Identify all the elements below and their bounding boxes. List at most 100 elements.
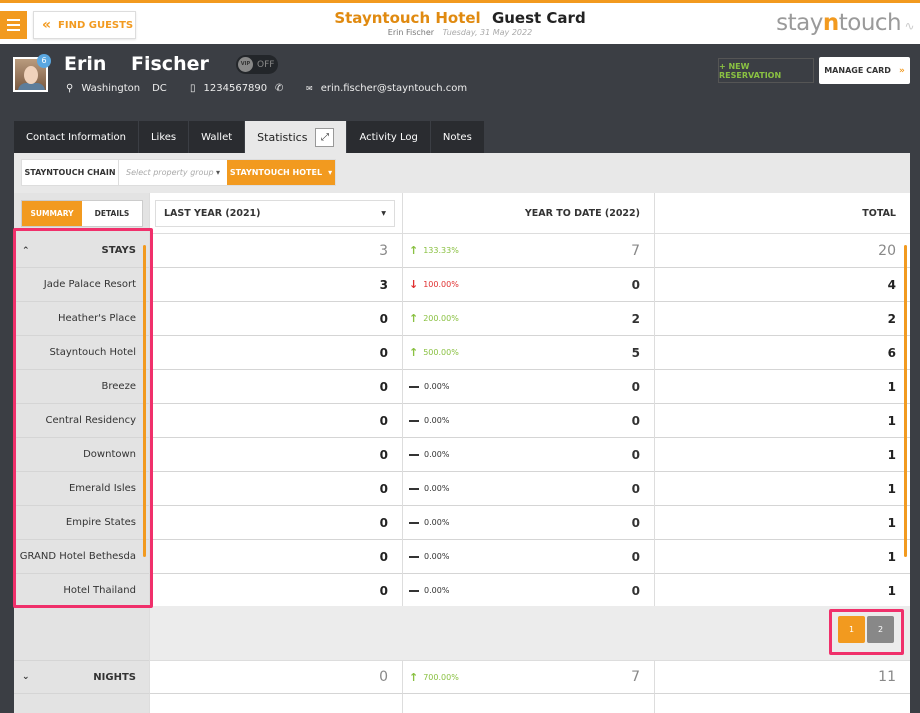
dash-icon — [409, 419, 419, 422]
stays-ytd-row: ↑ 133.33% 7 — [403, 234, 654, 268]
chevron-down-icon: » — [898, 65, 905, 76]
ytd-value: 5 — [631, 345, 640, 360]
ytd-value: 0 — [631, 583, 640, 598]
change-percent: 0.00% — [409, 552, 449, 561]
caret-down-icon: ▾ — [328, 168, 333, 177]
manage-card-button[interactable]: MANAGE CARD » — [819, 57, 910, 84]
change-percent: 0.00% — [409, 518, 449, 527]
change-value: 0.00% — [424, 484, 450, 493]
last-year-value: 0 — [150, 574, 402, 608]
page-title: Stayntouch Hotel Guest Card — [300, 9, 620, 27]
last-year-value: 0 — [150, 370, 402, 404]
nights-row-header[interactable]: ⌄ NIGHTS — [14, 660, 149, 694]
details-button[interactable]: DETAILS — [82, 201, 142, 226]
phone-number: 1234567890 — [203, 83, 268, 94]
state: DC — [152, 83, 167, 94]
property-group-select[interactable]: Select property group ▾ — [119, 160, 227, 185]
change-percent: 0.00% — [409, 450, 449, 459]
vip-toggle[interactable]: VIP OFF — [236, 55, 278, 74]
ytd-row: ↑ 500.00% 5 — [403, 336, 654, 370]
tab-activity-log[interactable]: Activity Log — [347, 121, 431, 153]
pagination-area: 1 2 — [149, 606, 910, 660]
stays-last-year: 3 — [150, 234, 402, 268]
tab-notes[interactable]: Notes — [430, 121, 485, 153]
expand-down-icon[interactable]: ⌄ — [22, 672, 30, 682]
property-filters: STAYNTOUCH CHAIN Select property group ▾… — [21, 159, 336, 186]
tab-wallet[interactable]: Wallet — [189, 121, 246, 153]
right-scrollbar[interactable] — [904, 245, 907, 557]
tab-contact-information[interactable]: Contact Information — [14, 121, 139, 153]
change-percent: ↑ 200.00% — [409, 312, 459, 325]
nights-total: 11 — [654, 660, 910, 694]
hotel-select[interactable]: STAYNTOUCH HOTEL ▾ — [227, 160, 335, 185]
tab-likes[interactable]: Likes — [138, 121, 190, 153]
last-year-value: 0 — [150, 302, 402, 336]
total-value: 1 — [655, 438, 910, 472]
dash-icon — [409, 453, 419, 456]
address[interactable]: ⚲ Washington DC — [66, 83, 167, 94]
badge-count: 6 — [37, 54, 51, 68]
email-icon: ✉ — [306, 84, 313, 93]
top-bar: « FIND GUESTS Stayntouch Hotel Guest Car… — [0, 0, 920, 44]
user-name: Erin Fischer — [387, 28, 435, 37]
change-percent: 0.00% — [409, 484, 449, 493]
change-percent: ↓ 100.00% — [409, 278, 459, 291]
arrow-up-icon: ↑ — [409, 244, 419, 257]
ytd-row: 0.00% 0 — [403, 438, 654, 472]
ytd-row: 0.00% 0 — [403, 540, 654, 574]
tab-statistics-label: Statistics — [257, 130, 308, 144]
dash-icon — [409, 555, 419, 558]
ytd-header: YEAR TO DATE (2022) — [403, 193, 654, 234]
total-value: 6 — [655, 336, 910, 370]
double-chevron-left-icon: « — [42, 17, 52, 33]
total-value: 1 — [655, 472, 910, 506]
total-value: 1 — [655, 506, 910, 540]
total-value: 1 — [655, 540, 910, 574]
last-year-value: 0 — [150, 438, 402, 472]
email[interactable]: ✉ erin.fischer@stayntouch.com — [306, 83, 467, 94]
year-select-label: LAST YEAR (2021) — [164, 208, 261, 219]
total-header: TOTAL — [655, 193, 910, 234]
manage-card-label: MANAGE CARD — [824, 66, 891, 75]
nights-last-year: 0 — [149, 660, 402, 694]
tab-statistics[interactable]: Statistics ⤢ — [245, 121, 348, 153]
find-guests-button[interactable]: « FIND GUESTS — [33, 11, 136, 39]
change-value: 0.00% — [424, 552, 450, 561]
city: Washington — [81, 83, 141, 94]
mobile-phone[interactable]: ▯ 1234567890 — [190, 83, 267, 94]
last-year-value: 3 — [150, 268, 402, 302]
ytd-value: 0 — [631, 379, 640, 394]
last-name[interactable]: Fischer — [131, 53, 209, 75]
dash-icon — [409, 385, 419, 388]
change-value: 0.00% — [424, 382, 450, 391]
business-date: Tuesday, 31 May 2022 — [442, 28, 533, 37]
ytd-value: 0 — [631, 549, 640, 564]
summary-button[interactable]: SUMMARY — [22, 201, 82, 226]
last-year-value: 0 — [150, 336, 402, 370]
expand-icon[interactable]: ⤢ — [315, 127, 335, 147]
chain-filter[interactable]: STAYNTOUCH CHAIN — [22, 160, 119, 185]
ytd-row: 0.00% 0 — [403, 404, 654, 438]
ytd-value: 0 — [631, 277, 640, 292]
total-value: 1 — [655, 370, 910, 404]
view-toggle: SUMMARY DETAILS — [21, 200, 143, 227]
change-value: 200.00% — [423, 314, 459, 323]
last-year-value: 0 — [150, 472, 402, 506]
stayntouch-logo: stayntouch ∿ — [776, 10, 914, 36]
arrow-up-icon: ↑ — [409, 346, 419, 359]
first-name[interactable]: Erin — [64, 53, 106, 75]
phone-icon[interactable]: ✆ — [275, 83, 283, 94]
hamburger-menu-icon[interactable] — [0, 11, 27, 39]
total-value: 4 — [655, 268, 910, 302]
hotel-name: Stayntouch Hotel — [334, 9, 481, 27]
change-value: 100.00% — [423, 280, 459, 289]
change-percent: ↑ 500.00% — [409, 346, 459, 359]
year-select[interactable]: LAST YEAR (2021) ▾ — [155, 200, 395, 227]
ytd-row: 0.00% 0 — [403, 574, 654, 608]
change-value: 0.00% — [424, 586, 450, 595]
last-year-value: 0 — [150, 540, 402, 574]
ytd-value: 2 — [631, 311, 640, 326]
guest-card-tabs: Contact Information Likes Wallet Statist… — [14, 121, 485, 153]
vip-knob: VIP — [238, 57, 253, 72]
new-reservation-button[interactable]: + NEW RESERVATION — [718, 58, 814, 83]
